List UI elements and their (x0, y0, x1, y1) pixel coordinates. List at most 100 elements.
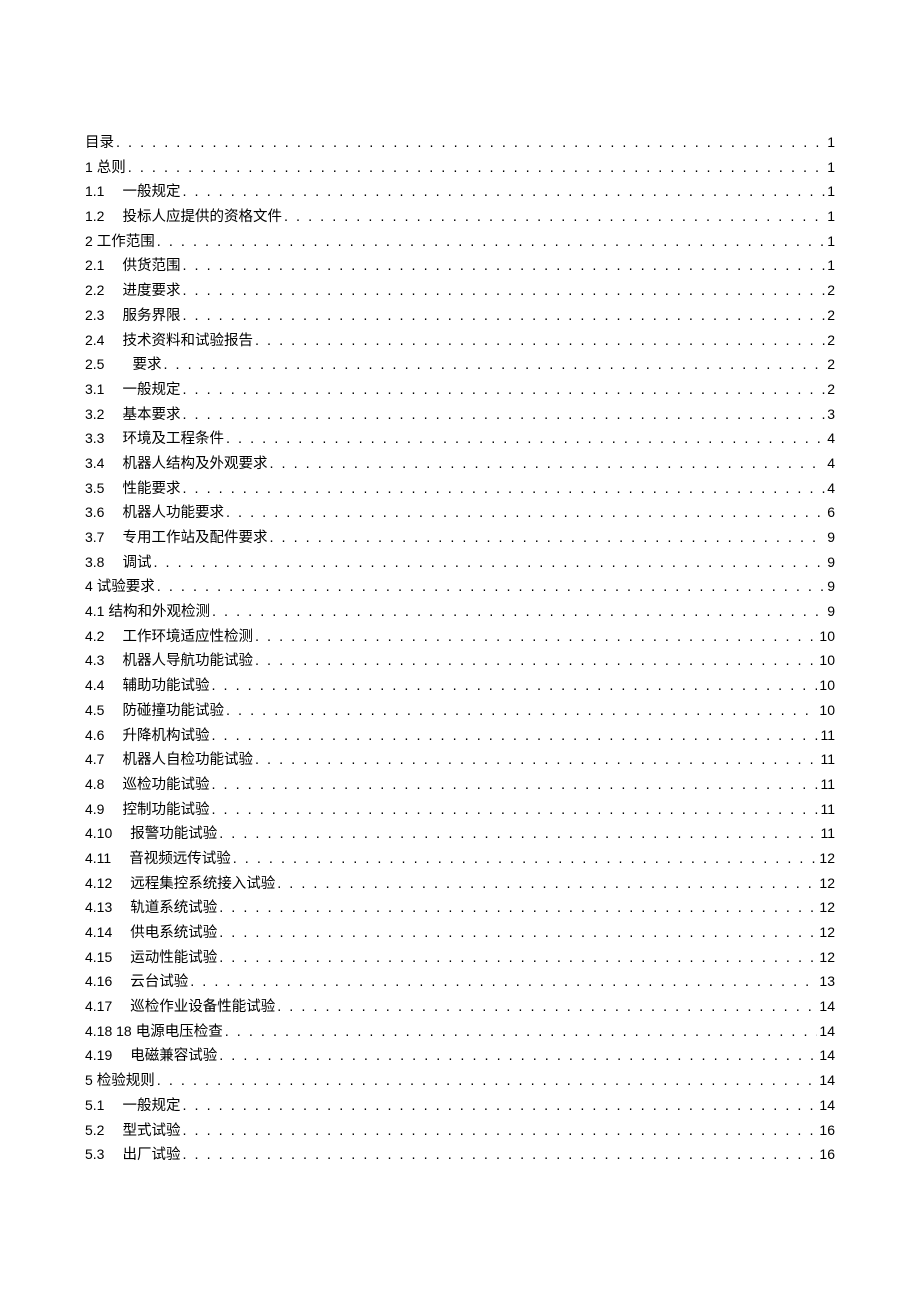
toc-entry-leader (211, 729, 818, 744)
toc-entry-page: 11 (820, 752, 835, 766)
toc-entry-title: 机器人自检功能试验 (122, 753, 253, 768)
toc-entry: 2.3服务界限2 (85, 308, 835, 324)
toc-entry-leader (211, 803, 818, 818)
toc-entry: 5.2型式试验16 (85, 1123, 835, 1139)
toc-entry-page: 2 (827, 308, 835, 322)
toc-entry: 2工作范围1 (85, 234, 835, 250)
toc-entry: 3.8调试9 (85, 555, 835, 571)
toc-entry: 3.7专用工作站及配件要求9 (85, 530, 835, 546)
toc-entry-leader (116, 136, 825, 151)
toc-entry-page: 4 (827, 456, 835, 470)
toc-entry-number: 4.3 (85, 653, 104, 667)
toc-entry-number: 4.19 (85, 1048, 112, 1062)
toc-entry-page: 3 (827, 407, 835, 421)
toc-entry: 4.17巡检作业设备性能试验14 (85, 999, 835, 1015)
toc-entry-page: 10 (819, 629, 835, 643)
toc-entry-title: 远程集控系统接入试验 (130, 877, 275, 892)
toc-entry: 4.2工作环境适应性检测10 (85, 629, 835, 645)
toc-entry-number: 3.1 (85, 382, 104, 396)
toc-entry-page: 6 (827, 505, 835, 519)
toc-entry-title: 升降机构试验 (122, 729, 209, 744)
toc-entry: 1.1一般规定1 (85, 184, 835, 200)
toc-entry-title: 供电系统试验 (130, 926, 217, 941)
toc-entry-title: 电源电压检查 (136, 1025, 223, 1040)
toc-entry-title: 辅助功能试验 (122, 679, 209, 694)
toc-entry-page: 1 (827, 160, 835, 174)
toc-entry-title: 一般规定 (122, 185, 180, 200)
toc-entry-title: 机器人结构及外观要求 (122, 457, 267, 472)
toc-entry-leader (211, 778, 818, 793)
toc-entry-title: 运动性能试验 (130, 951, 217, 966)
toc-entry-number: 4.5 (85, 703, 104, 717)
toc-entry-page: 12 (819, 925, 835, 939)
toc-entry-page: 14 (819, 999, 835, 1013)
toc-entry: 4.10报警功能试验11 (85, 826, 835, 842)
toc-entry-leader (226, 506, 825, 521)
toc-entry-leader (255, 753, 818, 768)
toc-entry-page: 10 (819, 678, 835, 692)
toc-entry: 4 试验要求 9 (85, 579, 835, 595)
toc-entry-page: 10 (819, 703, 835, 717)
toc-entry: 4.14 供电系统试验 12 (85, 925, 835, 941)
toc-entry-leader (211, 679, 817, 694)
toc-entry-number: 5.3 (85, 1147, 104, 1161)
toc-entry-page: 16 (819, 1123, 835, 1137)
toc-entry-number: 3.3 (85, 431, 104, 445)
toc-entry-number: 1 (85, 160, 93, 174)
toc-entry: 4.19电磁兼容试验14 (85, 1048, 835, 1064)
toc-entry-leader (225, 1025, 818, 1040)
toc-entry: 1.2投标人应提供的资格文件1 (85, 209, 835, 225)
toc-entry-number: 3.6 (85, 505, 104, 519)
toc-entry-leader (233, 852, 818, 867)
toc-entry-number: 4.13 (85, 900, 112, 914)
toc-entry-leader (219, 926, 817, 941)
toc-entry-leader (190, 975, 817, 990)
toc-entry-number: 2.2 (85, 283, 104, 297)
toc-entry-title: 性能要求 (122, 482, 180, 497)
toc-entry-leader (182, 309, 825, 324)
toc-entry-title: 技术资料和试验报告 (122, 334, 253, 349)
toc-entry-number: 4.10 (85, 826, 112, 840)
toc-entry-page: 1 (827, 234, 835, 248)
toc-entry-title: 型式试验 (122, 1124, 180, 1139)
toc-entry-page: 14 (819, 1073, 835, 1087)
toc-entry-title: 进度要求 (122, 284, 180, 299)
toc-entry-number: 4.17 (85, 999, 112, 1013)
toc-entry: 4.15运动性能试验12 (85, 950, 835, 966)
toc-entry-title: 一般规定 (122, 383, 180, 398)
toc-entry-number: 4 (85, 579, 93, 593)
toc-entry-leader (157, 580, 825, 595)
toc-entry: 3.1一般规定2 (85, 382, 835, 398)
toc-entry-number: 4.7 (85, 752, 104, 766)
toc-entry-page: 9 (827, 579, 835, 593)
toc-entry-leader (255, 630, 817, 645)
toc-entry-number: 4.6 (85, 728, 104, 742)
toc-entry-number: 2.1 (85, 258, 104, 272)
toc-entry: 4.5防碰撞功能试验10 (85, 703, 835, 719)
toc-entry-title: 要求 (132, 358, 161, 373)
toc-list: 目录11总则11.1一般规定11.2投标人应提供的资格文件12工作范围12.1供… (85, 135, 835, 1163)
toc-entry: 5.3出厂试验16 (85, 1147, 835, 1163)
toc-entry-page: 2 (827, 357, 835, 371)
toc-entry: 3.6机器人功能要求6 (85, 505, 835, 521)
toc-entry-leader (255, 654, 817, 669)
toc-entry-page: 1 (827, 135, 835, 149)
toc-entry-number: 5 (85, 1073, 93, 1087)
toc-entry: 4.18 18电源电压检查14 (85, 1024, 835, 1040)
toc-entry-title: 供货范围 (122, 259, 180, 274)
toc-entry-page: 14 (819, 1098, 835, 1112)
toc-entry-title: 总则 (97, 161, 126, 176)
toc-entry-number: 4.14 (85, 925, 112, 939)
toc-entry-title: 试验要求 (97, 580, 155, 595)
toc-entry-leader (212, 605, 825, 620)
toc-entry-title: 控制功能试验 (122, 803, 209, 818)
toc-entry-title: 专用工作站及配件要求 (122, 531, 267, 546)
toc-entry-page: 10 (819, 653, 835, 667)
toc-entry-number: 4.8 (85, 777, 104, 791)
toc-entry-leader (182, 1148, 817, 1163)
toc-entry: 2.4技术资料和试验报告2 (85, 333, 835, 349)
toc-entry-leader (219, 827, 818, 842)
toc-entry: 4.7 机器人自检功能试验 11 (85, 752, 835, 768)
toc-entry-leader (182, 259, 825, 274)
toc-entry: 3.3环境及工程条件4 (85, 431, 835, 447)
